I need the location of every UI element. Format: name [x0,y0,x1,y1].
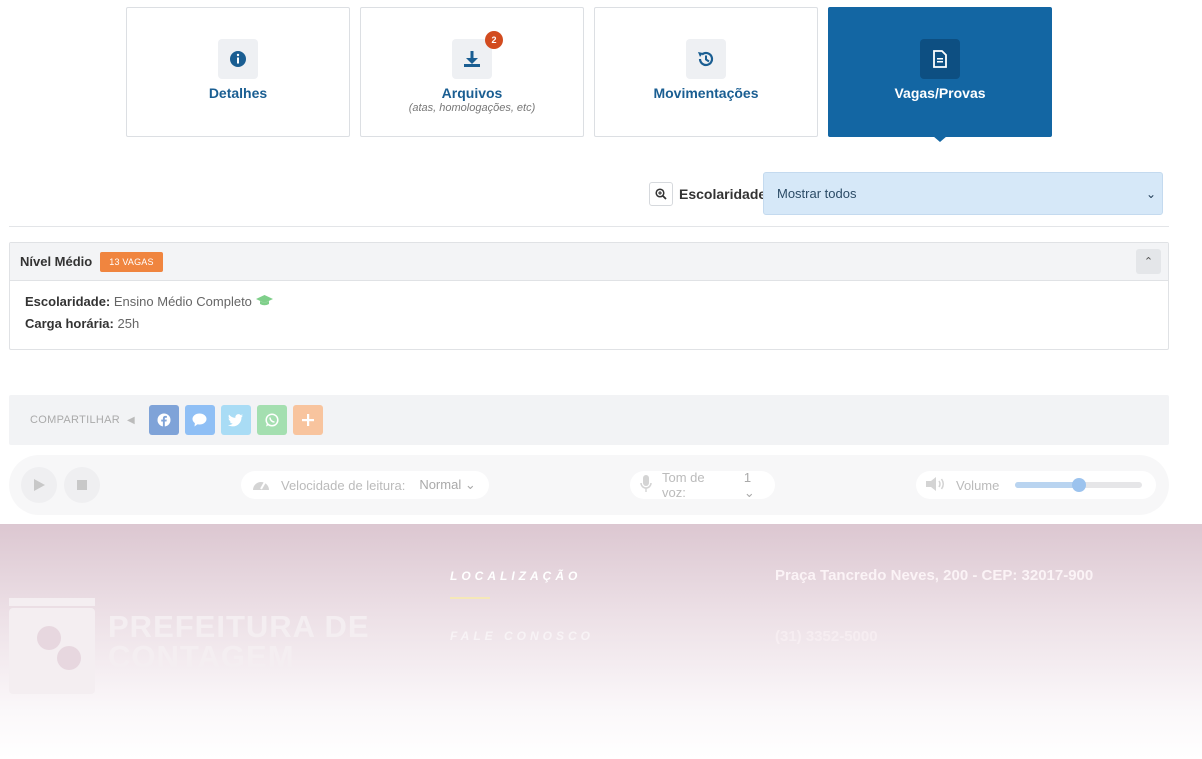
logo-line-2: CONTAGEM [108,639,295,674]
card-body: Escolaridade: Ensino Médio Completo Carg… [10,281,1168,345]
chevron-down-icon: ⌄ [1145,186,1156,201]
detail-key: Escolaridade: [25,294,111,309]
tab-label: Arquivos [441,85,503,101]
stop-icon [77,480,87,490]
volume-slider[interactable] [1015,478,1143,492]
tone-value: 1 [743,469,752,485]
play-button[interactable] [21,467,57,503]
files-count-badge: 2 [485,31,503,49]
twitter-icon[interactable] [220,405,251,435]
logo-wordmark: PREFEITURA DE CONTAGEM [108,609,370,674]
share-bar: COMPARTILHAR ◀ [9,395,1169,445]
detail-key: Carga horária: [25,316,114,331]
share-label: COMPARTILHAR [30,414,120,426]
prefeitura-logo-icon [9,598,95,694]
vaga-card: Nível Médio 13 VAGAS ⌃ Escolaridade: Ens… [9,242,1169,350]
tab-label: Movimentações [653,85,759,101]
messenger-icon[interactable] [184,405,215,435]
voice-tone-control[interactable]: Tom de voz: 1 ⌄ [630,470,775,501]
document-icon-box [920,39,960,79]
audio-player: Velocidade de leitura: Normal ⌄ Tom de v… [9,455,1169,515]
escolaridade-filter: Escolaridade Mostrar todos ⌄ [649,172,1163,215]
tone-select[interactable]: 1 ⌄ [744,470,765,501]
volume-label: Volume [956,477,1000,493]
detail-row: Escolaridade: Ensino Médio Completo [25,291,1153,313]
plus-icon[interactable] [292,405,323,435]
tone-label: Tom de voz: [662,470,705,500]
play-icon [33,479,45,491]
speedometer-icon [251,476,271,495]
download-icon [464,51,480,67]
volume-control: Volume [916,471,1156,499]
tab-label: Vagas/Provas [894,85,986,101]
tab-bar: Detalhes 2 Arquivos (atas, homologações,… [126,7,1052,142]
speed-label: Velocidade de leitura: [281,477,406,493]
divider [9,226,1169,227]
detail-row: Carga horária: 25h [25,313,1153,335]
card-title: Nível Médio [20,254,93,269]
graduation-cap-icon [255,295,273,306]
share-icon: ◀ [126,414,135,426]
info-icon [230,51,246,67]
detail-value: 25h [117,316,140,331]
download-icon-box: 2 [452,31,503,79]
document-icon [933,50,947,68]
speed-control[interactable]: Velocidade de leitura: Normal ⌄ [241,471,489,499]
chevron-up-icon: ⌃ [1143,256,1154,268]
card-header[interactable]: Nível Médio 13 VAGAS ⌃ [10,243,1168,281]
volume-slider-fill [1015,482,1079,488]
speed-select[interactable]: Normal ⌄ [419,477,475,493]
escolaridade-select[interactable]: Mostrar todos ⌄ [763,172,1163,215]
detail-value: Ensino Médio Completo [113,294,252,309]
tab-vagas-provas[interactable]: Vagas/Provas [828,7,1052,142]
tab-detalhes[interactable]: Detalhes [126,7,350,137]
tab-sublabel: (atas, homologações, etc) [408,102,536,114]
footer-link-fale-conosco[interactable]: FALE CONOSCO [450,629,594,643]
tab-arquivos[interactable]: 2 Arquivos (atas, homologações, etc) [360,7,584,137]
vagas-badge: 13 VAGAS [100,251,163,272]
whatsapp-icon[interactable] [256,405,287,435]
info-icon-box [218,39,258,79]
collapse-button[interactable]: ⌃ [1136,249,1161,274]
microphone-icon [640,474,652,496]
footer-address: Praça Tancredo Neves, 200 - CEP: 32017-9… [775,567,1094,584]
history-icon-box [686,39,726,79]
speed-value: Normal [419,477,462,492]
footer: PREFEITURA DE CONTAGEM LOCALIZAÇÃO FALE … [0,524,1202,759]
volume-icon [926,476,946,495]
footer-phone: (31) 3352-5000 [775,628,878,645]
select-value: Mostrar todos [777,186,857,201]
stop-button[interactable] [64,467,100,503]
tab-label: Detalhes [208,85,268,101]
footer-link-localizacao[interactable]: LOCALIZAÇÃO [450,569,581,583]
volume-slider-handle[interactable] [1071,478,1086,492]
logo-line-1: PREFEITURA DE [108,609,370,644]
footer-link-underline [450,597,490,599]
history-icon [698,51,714,67]
tab-movimentacoes[interactable]: Movimentações [594,7,818,137]
facebook-icon[interactable] [148,405,179,435]
zoom-in-icon[interactable] [649,181,673,206]
filter-label: Escolaridade [679,185,767,202]
